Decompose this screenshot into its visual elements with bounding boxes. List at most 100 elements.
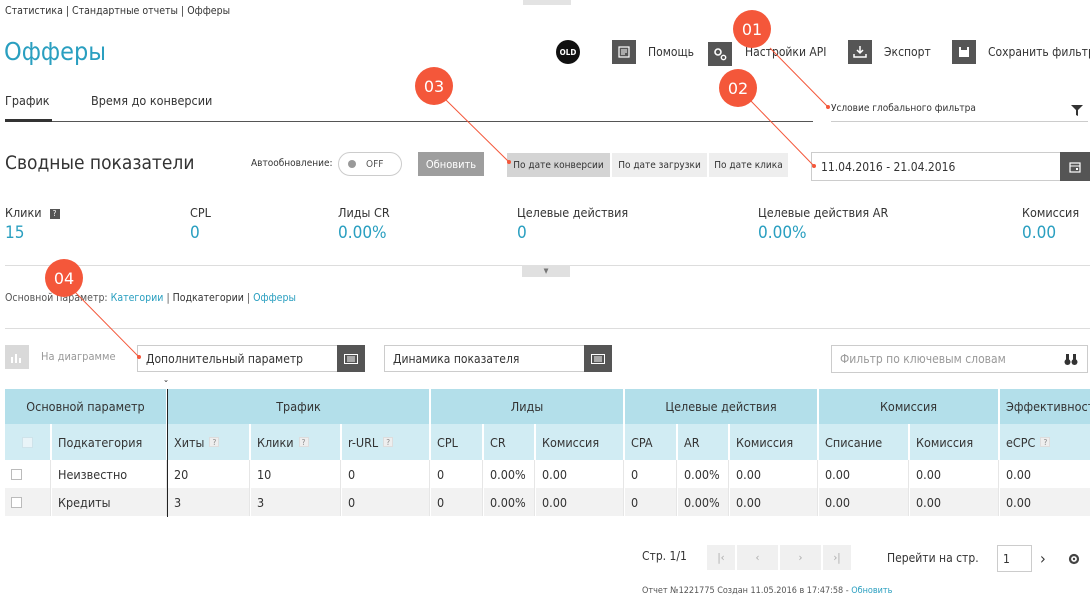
date-range-input[interactable]: 11.04.2016 - 21.04.2016 <box>811 152 1061 181</box>
tab-chart[interactable]: График <box>5 93 50 108</box>
goto-page-input[interactable]: 1 <box>997 545 1032 572</box>
table-cell: 3 <box>251 488 341 516</box>
table-cell: 0.00 <box>730 460 818 488</box>
th-lead-commission[interactable]: Комиссия <box>536 424 624 460</box>
kpi-clicks-label: Клики? <box>5 205 60 220</box>
row-checkbox[interactable] <box>5 460 51 488</box>
th-rurl[interactable]: r-URL? <box>342 424 430 460</box>
date-mode-upload[interactable]: По дате загрузки <box>612 153 708 177</box>
row-name[interactable]: Кредиты <box>52 488 167 516</box>
row-name[interactable]: Неизвестно <box>52 460 167 488</box>
prev-page-button[interactable]: ‹ <box>737 545 779 570</box>
link-categories[interactable]: Категории <box>111 292 164 304</box>
th-subcategory[interactable]: Подкатегория <box>52 424 167 460</box>
bar-chart-icon[interactable] <box>5 345 29 369</box>
toggle-state: OFF <box>366 158 384 170</box>
kpi-commission-label: Комиссия <box>1022 205 1080 220</box>
filter-icon[interactable] <box>1071 105 1083 116</box>
table-cell: 0.00 <box>819 460 909 488</box>
help-button[interactable]: Помощь <box>648 45 694 59</box>
table-cell: 0.00 <box>1000 488 1090 516</box>
top-collapse-handle[interactable] <box>523 0 571 5</box>
kpi-leads-cr-label: Лиды CR <box>338 205 390 220</box>
help-icon[interactable]: ? <box>383 437 394 447</box>
breadcrumb[interactable]: Статистика | Стандартные отчеты | Офферы <box>5 5 230 17</box>
help-icon[interactable]: ? <box>49 208 60 219</box>
extra-param-select[interactable]: Дополнительный параметр <box>137 345 338 372</box>
table-cell: 10 <box>251 460 341 488</box>
kpi-leads-cr-value: 0.00% <box>338 223 387 243</box>
footer-refresh-link[interactable]: Обновить <box>851 586 892 596</box>
kpi-commission-value: 0.00 <box>1022 223 1057 243</box>
help-icon[interactable]: ? <box>209 437 220 447</box>
row-checkbox[interactable] <box>5 488 51 516</box>
calendar-icon[interactable] <box>1060 152 1090 181</box>
keyword-filter-input[interactable]: Фильтр по ключевым словам <box>831 345 1088 373</box>
export-button[interactable]: Экспорт <box>884 45 931 59</box>
th-group-main: Основной параметр <box>5 389 167 424</box>
th-writeoff[interactable]: Списание <box>819 424 909 460</box>
list-icon[interactable] <box>337 345 365 372</box>
th-clicks[interactable]: Клики? <box>251 424 341 460</box>
table-cell: 0.00 <box>910 488 999 516</box>
active-tab-indicator <box>5 119 52 122</box>
link-offers[interactable]: Офферы <box>253 292 296 304</box>
help-icon[interactable] <box>612 40 636 64</box>
autorefresh-toggle[interactable]: OFF <box>338 152 402 176</box>
date-mode-click[interactable]: По дате клика <box>709 153 789 177</box>
section-divider <box>5 328 1090 329</box>
toggle-knob <box>348 160 356 168</box>
next-page-button[interactable]: › <box>780 545 822 570</box>
first-page-button[interactable]: |‹ <box>707 545 736 570</box>
goto-page-button[interactable]: › <box>1040 549 1046 568</box>
kpi-actions-value: 0 <box>517 223 527 243</box>
date-mode-conversion[interactable]: По дате конверсии <box>507 153 611 177</box>
last-page-button[interactable]: ›| <box>823 545 852 570</box>
th-cpl[interactable]: CPL <box>431 424 483 460</box>
summary-title: Сводные показатели <box>5 152 195 174</box>
th-cr[interactable]: CR <box>484 424 535 460</box>
th-cpa[interactable]: CPA <box>625 424 677 460</box>
th-ar[interactable]: AR <box>678 424 729 460</box>
table-cell: 0 <box>625 460 677 488</box>
old-version-button[interactable]: OLD <box>556 40 580 64</box>
th-commission[interactable]: Комиссия <box>910 424 999 460</box>
on-chart-label: На диаграмме <box>41 350 116 363</box>
table-cell: 0 <box>342 488 430 516</box>
global-filter[interactable]: Условие глобального фильтра <box>831 95 1088 122</box>
table-cell: 0.00% <box>678 488 729 516</box>
save-filter-button[interactable]: Сохранить фильтр <box>988 45 1090 59</box>
goto-page-label: Перейти на стр. <box>887 551 979 565</box>
table-cell: 0 <box>431 460 483 488</box>
gear-icon[interactable] <box>1067 552 1081 566</box>
frozen-column-divider <box>167 389 168 517</box>
table-cell: 0.00 <box>536 488 624 516</box>
page-title: Офферы <box>4 37 107 66</box>
table-cell: 0.00 <box>536 460 624 488</box>
gear-icon[interactable] <box>708 42 732 66</box>
th-ecpc[interactable]: eCPC? <box>1000 424 1090 460</box>
page-counter: Стр. 1/1 <box>642 549 687 563</box>
binoculars-icon[interactable] <box>1064 352 1078 366</box>
th-action-commission[interactable]: Комиссия <box>730 424 818 460</box>
th-group-traffic: Трафик <box>168 389 430 424</box>
save-icon[interactable] <box>952 40 976 64</box>
th-hits[interactable]: Хиты? <box>168 424 250 460</box>
list-icon[interactable] <box>584 345 612 372</box>
th-group-commission: Комиссия <box>819 389 999 424</box>
table-cell: 20 <box>168 460 250 488</box>
dynamics-select[interactable]: Динамика показателя <box>384 345 585 372</box>
kpi-actions-ar-value: 0.00% <box>758 223 807 243</box>
table-cell: 0.00 <box>730 488 818 516</box>
help-icon[interactable]: ? <box>298 437 309 447</box>
report-info: Отчет №1221775 Создан 11.05.2016 в 17:47… <box>642 586 893 596</box>
chevron-down-icon[interactable]: ▼ <box>522 265 570 277</box>
download-icon[interactable] <box>848 40 872 64</box>
tab-conversion-time[interactable]: Время до конверсии <box>91 93 212 108</box>
refresh-button[interactable]: Обновить <box>418 152 484 176</box>
table-cell: 0 <box>342 460 430 488</box>
select-all-checkbox[interactable] <box>5 424 51 460</box>
kpi-actions-label: Целевые действия <box>517 205 629 220</box>
main-param-breadcrumb: Основной параметр: Категории | Подкатего… <box>5 292 296 304</box>
help-icon[interactable]: ? <box>1040 437 1051 447</box>
